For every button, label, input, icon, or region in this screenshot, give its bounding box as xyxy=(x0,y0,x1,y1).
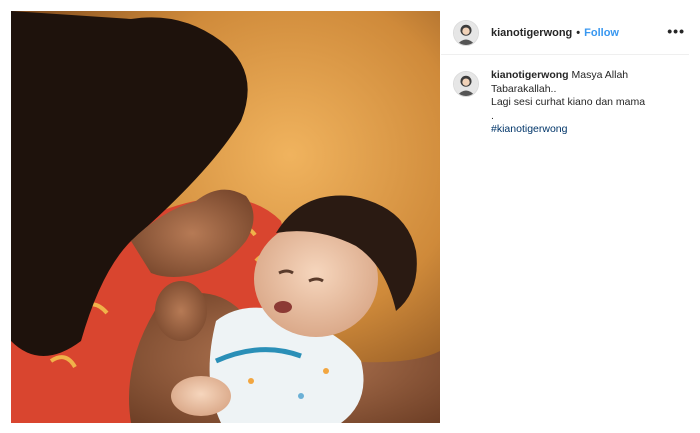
post-header: kianotigerwong • Follow ••• xyxy=(441,11,689,55)
avatar[interactable] xyxy=(453,19,479,46)
caption-text: kianotigerwong Masya Allah Tabarakallah.… xyxy=(491,69,645,137)
caption: kianotigerwong Masya Allah Tabarakallah.… xyxy=(453,69,685,137)
follow-button[interactable]: Follow xyxy=(584,27,619,39)
separator-dot: • xyxy=(576,26,581,39)
avatar[interactable] xyxy=(453,71,479,97)
photo-illustration xyxy=(11,11,440,423)
caption-line-2: Tabarakallah.. xyxy=(491,82,557,95)
profile-photo-icon xyxy=(454,20,478,45)
instagram-post: kianotigerwong • Follow ••• kianotigerwo… xyxy=(0,0,700,433)
caption-line-1: Masya Allah xyxy=(571,69,629,81)
caption-username[interactable]: kianotigerwong xyxy=(491,69,569,81)
caption-line-4: . xyxy=(491,109,494,122)
hashtag-link[interactable]: #kianotigerwong xyxy=(491,123,645,137)
post-side-panel: kianotigerwong • Follow ••• kianotigerwo… xyxy=(441,11,689,423)
post-username[interactable]: kianotigerwong xyxy=(491,27,572,39)
profile-photo-icon xyxy=(454,72,478,96)
more-options-icon[interactable]: ••• xyxy=(667,23,685,39)
caption-line-3: Lagi sesi curhat kiano dan mama xyxy=(491,96,646,108)
post-photo[interactable] xyxy=(11,11,440,423)
